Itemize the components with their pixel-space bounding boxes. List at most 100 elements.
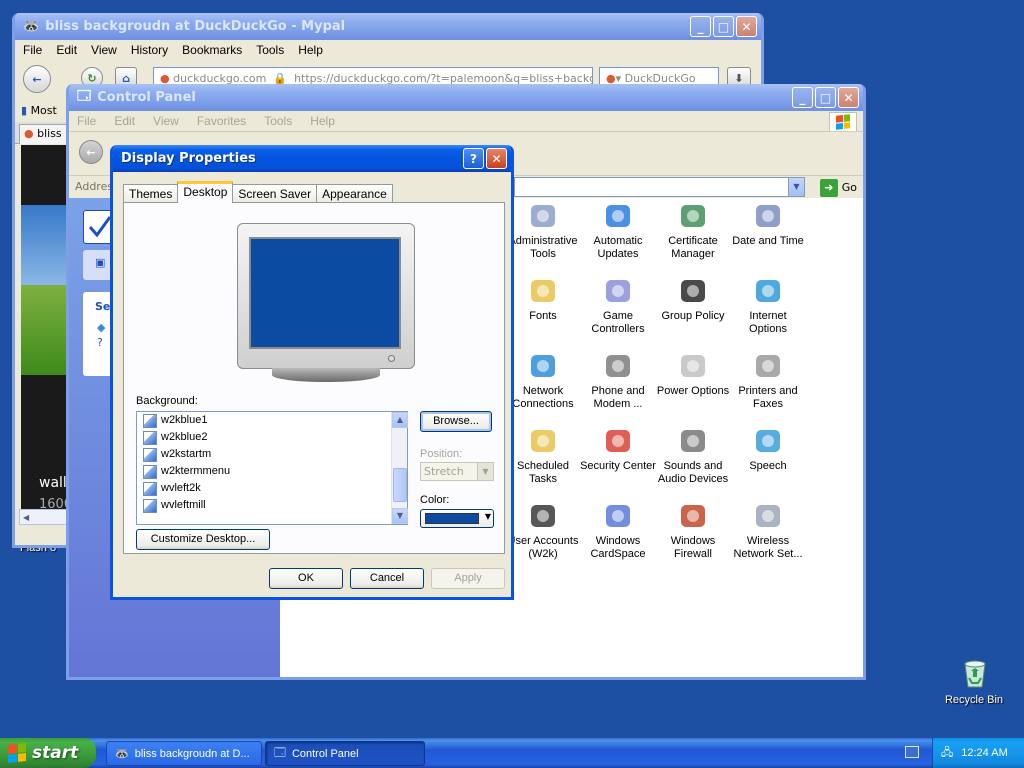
minimize-button[interactable]: _ — [792, 87, 813, 108]
menu-view[interactable]: View — [91, 43, 117, 57]
cp-item[interactable]: Fonts — [505, 275, 581, 323]
menu-history[interactable]: History — [131, 43, 168, 57]
cp-item[interactable]: Phone and Modem ... — [580, 350, 656, 411]
cp-item[interactable]: Scheduled Tasks — [505, 425, 581, 486]
menu-favorites[interactable]: Favorites — [197, 114, 246, 128]
maximize-button[interactable]: □ — [815, 87, 836, 108]
cp-item[interactable]: Windows Firewall — [655, 500, 731, 561]
apply-button[interactable]: Apply — [431, 568, 505, 589]
cancel-button[interactable]: Cancel — [350, 568, 424, 589]
tab-themes[interactable]: Themes — [123, 184, 179, 203]
clock-icon — [756, 205, 780, 227]
scheduled-tasks-icon — [531, 430, 555, 452]
image-file-icon — [143, 464, 157, 479]
cp-item[interactable]: Power Options — [655, 350, 731, 398]
cp-item[interactable]: Speech — [730, 425, 806, 473]
cp-item[interactable]: Wireless Network Set... — [730, 500, 806, 561]
go-arrow-icon: ➜ — [819, 179, 838, 197]
dp-titlebar[interactable]: Display Properties ? ✕ — [113, 145, 511, 172]
recycle-bin-label[interactable]: Recycle Bin — [940, 694, 1008, 706]
cp-item[interactable]: Certificate Manager — [655, 200, 731, 261]
cp-item-label: Certificate Manager — [668, 235, 718, 260]
list-item[interactable]: w2kblue1 — [137, 412, 407, 429]
scroll-up-icon[interactable]: ▲ — [392, 412, 408, 428]
browser-titlebar[interactable]: 🦝 bliss backgroudn at DuckDuckGo - Mypal… — [15, 13, 761, 40]
cp-item-label: Speech — [749, 460, 787, 472]
tab-desktop[interactable]: Desktop — [177, 181, 234, 203]
power-led-icon — [388, 355, 395, 362]
cp-item[interactable]: Windows CardSpace — [580, 500, 656, 561]
menu-tools[interactable]: Tools — [256, 43, 284, 57]
menu-edit[interactable]: Edit — [114, 114, 135, 128]
list-item[interactable]: wvleftmill — [137, 497, 407, 514]
admin-tools-icon — [531, 205, 555, 227]
menu-file[interactable]: File — [23, 43, 42, 57]
back-arrow-icon[interactable]: ← — [79, 140, 103, 164]
recycle-bin-icon[interactable] — [958, 656, 992, 690]
menu-help[interactable]: Help — [310, 114, 335, 128]
cp-title: Control Panel — [97, 90, 196, 105]
list-scrollbar[interactable]: ▲ ▼ — [391, 412, 408, 524]
list-item[interactable]: w2kstartm — [137, 446, 407, 463]
keyboard-icon[interactable] — [905, 746, 919, 758]
cp-item-label: Power Options — [656, 385, 730, 397]
position-select[interactable]: Stretch ▼ — [420, 462, 494, 481]
back-arrow-icon[interactable]: ← — [23, 65, 51, 93]
ok-button[interactable]: OK — [269, 568, 343, 589]
cp-item[interactable]: Security Center — [580, 425, 656, 473]
cp-item[interactable]: Network Connections — [505, 350, 581, 411]
bookmark-most-visited[interactable]: Most — [31, 104, 57, 117]
maximize-button[interactable]: □ — [713, 16, 734, 37]
customize-desktop-button[interactable]: Customize Desktop... — [136, 529, 270, 550]
close-button[interactable]: ✕ — [736, 16, 757, 37]
tab-appearance[interactable]: Appearance — [316, 184, 393, 203]
close-button[interactable]: ✕ — [838, 87, 859, 108]
scroll-down-icon[interactable]: ▼ — [392, 508, 408, 524]
menu-edit[interactable]: Edit — [56, 43, 77, 57]
menu-bookmarks[interactable]: Bookmarks — [182, 43, 242, 57]
speaker-icon — [681, 430, 705, 452]
background-list[interactable]: w2kblue1 w2kblue2 w2kstartm w2ktermmenu … — [136, 411, 408, 525]
go-button[interactable]: ➜ Go — [819, 177, 857, 199]
browse-button[interactable]: Browse... — [420, 411, 492, 432]
start-button[interactable]: start — [0, 738, 96, 768]
color-picker-button[interactable]: ▼ — [420, 509, 494, 528]
cp-item[interactable]: Date and Time — [730, 200, 806, 248]
cp-item[interactable]: Group Policy — [655, 275, 731, 323]
list-item[interactable]: w2kblue2 — [137, 429, 407, 446]
tab-screen-saver[interactable]: Screen Saver — [232, 184, 318, 203]
fonts-folder-icon — [531, 280, 555, 302]
close-button[interactable]: ✕ — [486, 148, 507, 169]
address-input[interactable] — [514, 177, 805, 197]
menu-help[interactable]: Help — [298, 43, 323, 57]
monitor-preview — [237, 223, 415, 382]
menu-view[interactable]: View — [153, 114, 179, 128]
address-dropdown-icon[interactable]: ▼ — [788, 177, 805, 197]
cp-item-label: Group Policy — [661, 310, 725, 322]
cp-titlebar[interactable]: 🗔 Control Panel _ □ ✕ — [69, 84, 863, 111]
taskbar-item-browser[interactable]: 🦝 bliss backgroudn at D... — [106, 741, 262, 766]
cp-item[interactable]: User Accounts (W2k) — [505, 500, 581, 561]
cp-item-label: Windows CardSpace — [590, 535, 646, 560]
cp-item[interactable]: Automatic Updates — [580, 200, 656, 261]
list-item[interactable]: w2ktermmenu — [137, 463, 407, 480]
network-tray-icon[interactable]: 🖧 — [941, 744, 953, 763]
clock[interactable]: 12:24 AM — [961, 747, 1007, 759]
minimize-button[interactable]: _ — [690, 16, 711, 37]
certificate-icon — [681, 205, 705, 227]
menu-file[interactable]: File — [77, 114, 96, 128]
cp-item[interactable]: Internet Options — [730, 275, 806, 336]
cp-item[interactable]: Printers and Faxes — [730, 350, 806, 411]
speech-icon — [756, 430, 780, 452]
horizontal-scrollbar[interactable]: ◀ — [19, 509, 69, 525]
help-button[interactable]: ? — [463, 148, 484, 169]
display-properties-dialog[interactable]: Display Properties ? ✕ Themes Desktop Sc… — [110, 145, 514, 600]
cp-item[interactable]: Administrative Tools — [505, 200, 581, 261]
globe-icon — [756, 280, 780, 302]
cp-item[interactable]: Sounds and Audio Devices — [655, 425, 731, 486]
taskbar-item-control-panel[interactable]: 🗔 Control Panel — [265, 741, 425, 766]
list-item[interactable]: wvleft2k — [137, 480, 407, 497]
scroll-thumb[interactable] — [393, 468, 407, 502]
cp-item[interactable]: Game Controllers — [580, 275, 656, 336]
menu-tools[interactable]: Tools — [264, 114, 292, 128]
